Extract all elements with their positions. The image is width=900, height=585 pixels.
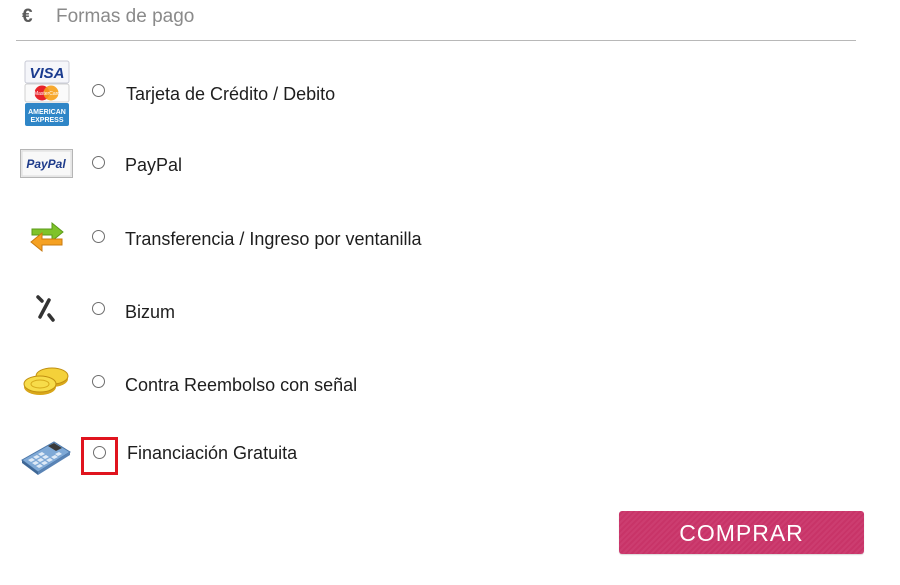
label-financing: Financiación Gratuita [127,443,298,463]
payment-option-bizum[interactable]: Bizum [0,282,700,342]
bizum-icon [36,295,55,322]
payment-option-cash-on-delivery[interactable]: Contra Reembolso con señal [0,355,700,415]
payment-methods-header: € Formas de pago [16,0,856,41]
calculator-icon [21,441,71,475]
payment-option-credit-card[interactable]: VISA MasterCard AMERICAN EXPRESS Tarjeta… [0,60,700,126]
radio-bizum[interactable] [92,302,105,315]
label-bizum: Bizum [125,302,176,322]
paypal-icon: PayPal [20,149,73,178]
radio-financing-highlight [81,437,118,475]
buy-button[interactable]: COMPRAR [619,511,864,554]
credit-cards-icon: VISA MasterCard AMERICAN EXPRESS [24,60,70,126]
coins-icon [23,367,69,395]
radio-paypal[interactable] [92,156,105,169]
label-paypal: PayPal [125,155,183,175]
label-credit-card: Tarjeta de Crédito / Debito [126,84,336,104]
section-title: Formas de pago [56,6,195,27]
svg-text:PayPal: PayPal [26,157,66,171]
label-cash-on-delivery: Contra Reembolso con señal [125,375,358,395]
radio-cash-on-delivery[interactable] [92,375,105,388]
svg-text:VISA: VISA [29,65,64,82]
radio-credit-card[interactable] [92,84,105,97]
svg-text:MasterCard: MasterCard [34,91,60,97]
svg-text:AMERICAN: AMERICAN [28,109,66,116]
transfer-arrows-icon [30,221,64,253]
svg-text:EXPRESS: EXPRESS [30,117,63,124]
label-transfer: Transferencia / Ingreso por ventanilla [125,229,422,249]
payment-option-transfer[interactable]: Transferencia / Ingreso por ventanilla [0,210,700,270]
radio-transfer[interactable] [92,230,105,243]
euro-icon: € [22,6,33,27]
payment-option-paypal[interactable]: PayPal PayPal [0,140,700,200]
